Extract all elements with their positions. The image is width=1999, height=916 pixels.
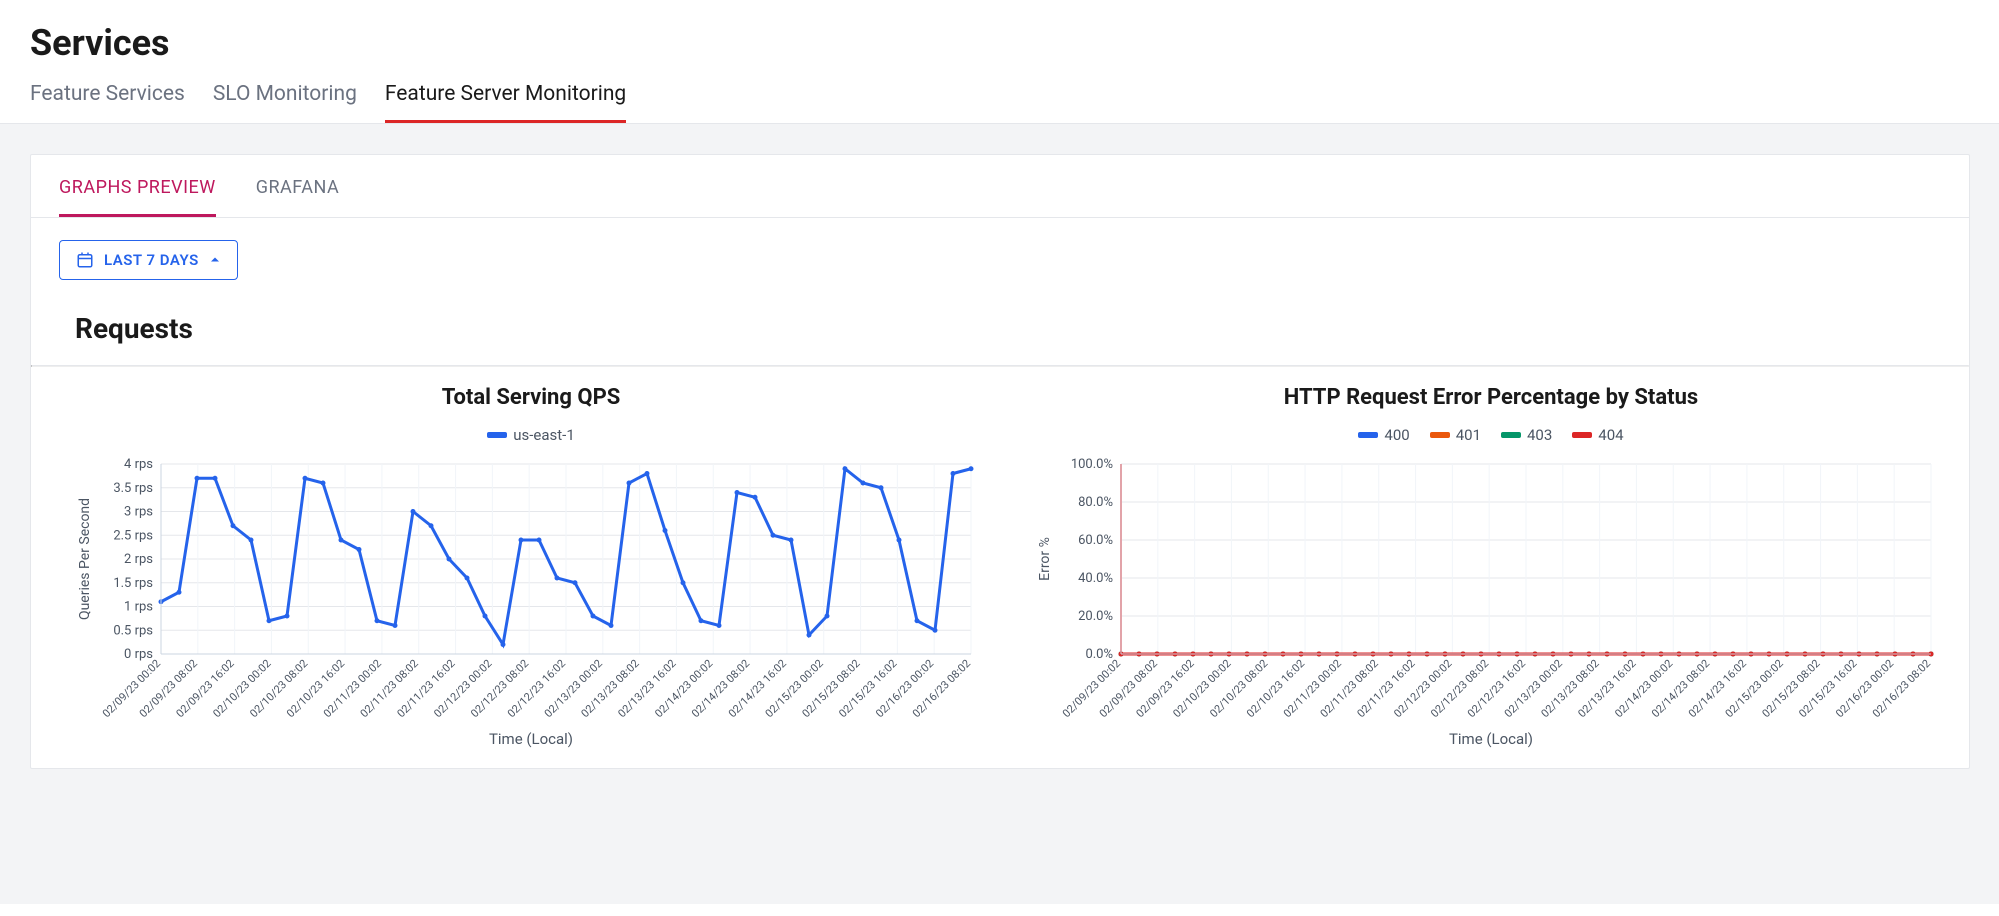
chart-qps-legend: us-east-1 [71, 424, 991, 444]
svg-text:4 rps: 4 rps [124, 457, 153, 472]
legend-swatch-icon [487, 432, 507, 438]
page-title: Services [0, 0, 1999, 74]
svg-text:0.5 rps: 0.5 rps [113, 623, 153, 638]
legend-label: 403 [1527, 426, 1552, 444]
legend-label: 400 [1384, 426, 1409, 444]
svg-text:0 rps: 0 rps [124, 647, 153, 662]
svg-text:Queries Per Second: Queries Per Second [77, 498, 93, 620]
chart-errors: HTTP Request Error Percentage by Status … [1031, 385, 1951, 748]
chart-qps: Total Serving QPS us-east-1 0 rps 0.5 rps… [71, 385, 991, 748]
section-title-requests: Requests [31, 302, 1969, 365]
legend-item[interactable]: us-east-1 [487, 426, 575, 444]
legend-item[interactable]: 400 [1358, 426, 1409, 444]
svg-text:3 rps: 3 rps [124, 505, 153, 520]
time-range-label: LAST 7 DAYS [104, 251, 199, 269]
legend-swatch-icon [1430, 432, 1450, 438]
svg-text:60.0%: 60.0% [1078, 533, 1113, 548]
charts-row: Total Serving QPS us-east-1 0 rps 0.5 rps… [31, 367, 1969, 768]
monitoring-card: GRAPHS PREVIEW GRAFANA LAST 7 DAYS [30, 154, 1970, 769]
subtab-grafana[interactable]: GRAFANA [256, 155, 340, 217]
legend-swatch-icon [1501, 432, 1521, 438]
content-area: GRAPHS PREVIEW GRAFANA LAST 7 DAYS [0, 124, 1999, 904]
svg-text:100.0%: 100.0% [1071, 457, 1113, 472]
svg-text:1.5 rps: 1.5 rps [113, 576, 153, 591]
svg-text:80.0%: 80.0% [1078, 495, 1113, 510]
legend-item[interactable]: 403 [1501, 426, 1552, 444]
svg-text:1 rps: 1 rps [124, 600, 153, 615]
legend-item[interactable]: 401 [1430, 426, 1481, 444]
svg-text:2 rps: 2 rps [124, 552, 153, 567]
legend-label: us-east-1 [513, 426, 575, 444]
chart-qps-canvas: 0 rps 0.5 rps 1 rps 1.5 rps 2 rps 2.5 rps 3 rp… [71, 454, 991, 724]
chart-errors-legend: 400 401 403 404 [1031, 424, 1951, 444]
chart-errors-canvas: 0.0%20.0%40.0%60.0%80.0%100.0%02/09/23 0… [1031, 454, 1951, 724]
chevron-up-icon [209, 254, 221, 266]
calendar-icon [76, 251, 94, 269]
chart-qps-xlabel: Time (Local) [71, 730, 991, 748]
controls-row: LAST 7 DAYS [31, 218, 1969, 302]
legend-item[interactable]: 404 [1572, 426, 1623, 444]
svg-text:3.5 rps: 3.5 rps [113, 481, 153, 496]
tab-feature-services[interactable]: Feature Services [30, 74, 185, 123]
legend-label: 404 [1598, 426, 1623, 444]
time-range-selector[interactable]: LAST 7 DAYS [59, 240, 238, 280]
tab-feature-server-monitoring[interactable]: Feature Server Monitoring [385, 74, 626, 123]
svg-text:0.0%: 0.0% [1085, 647, 1113, 662]
subtab-graphs-preview[interactable]: GRAPHS PREVIEW [59, 155, 216, 217]
chart-errors-title: HTTP Request Error Percentage by Status [1031, 385, 1951, 410]
tab-slo-monitoring[interactable]: SLO Monitoring [213, 74, 357, 123]
chart-errors-xlabel: Time (Local) [1031, 730, 1951, 748]
legend-label: 401 [1456, 426, 1481, 444]
svg-text:40.0%: 40.0% [1078, 571, 1113, 586]
svg-text:20.0%: 20.0% [1078, 609, 1113, 624]
svg-text:2.5 rps: 2.5 rps [113, 528, 153, 543]
svg-text:Error %: Error % [1037, 537, 1053, 581]
legend-swatch-icon [1572, 432, 1592, 438]
legend-swatch-icon [1358, 432, 1378, 438]
chart-qps-title: Total Serving QPS [71, 385, 991, 410]
sub-tabs: GRAPHS PREVIEW GRAFANA [31, 155, 1969, 218]
top-tabs: Feature Services SLO Monitoring Feature … [0, 74, 1999, 124]
